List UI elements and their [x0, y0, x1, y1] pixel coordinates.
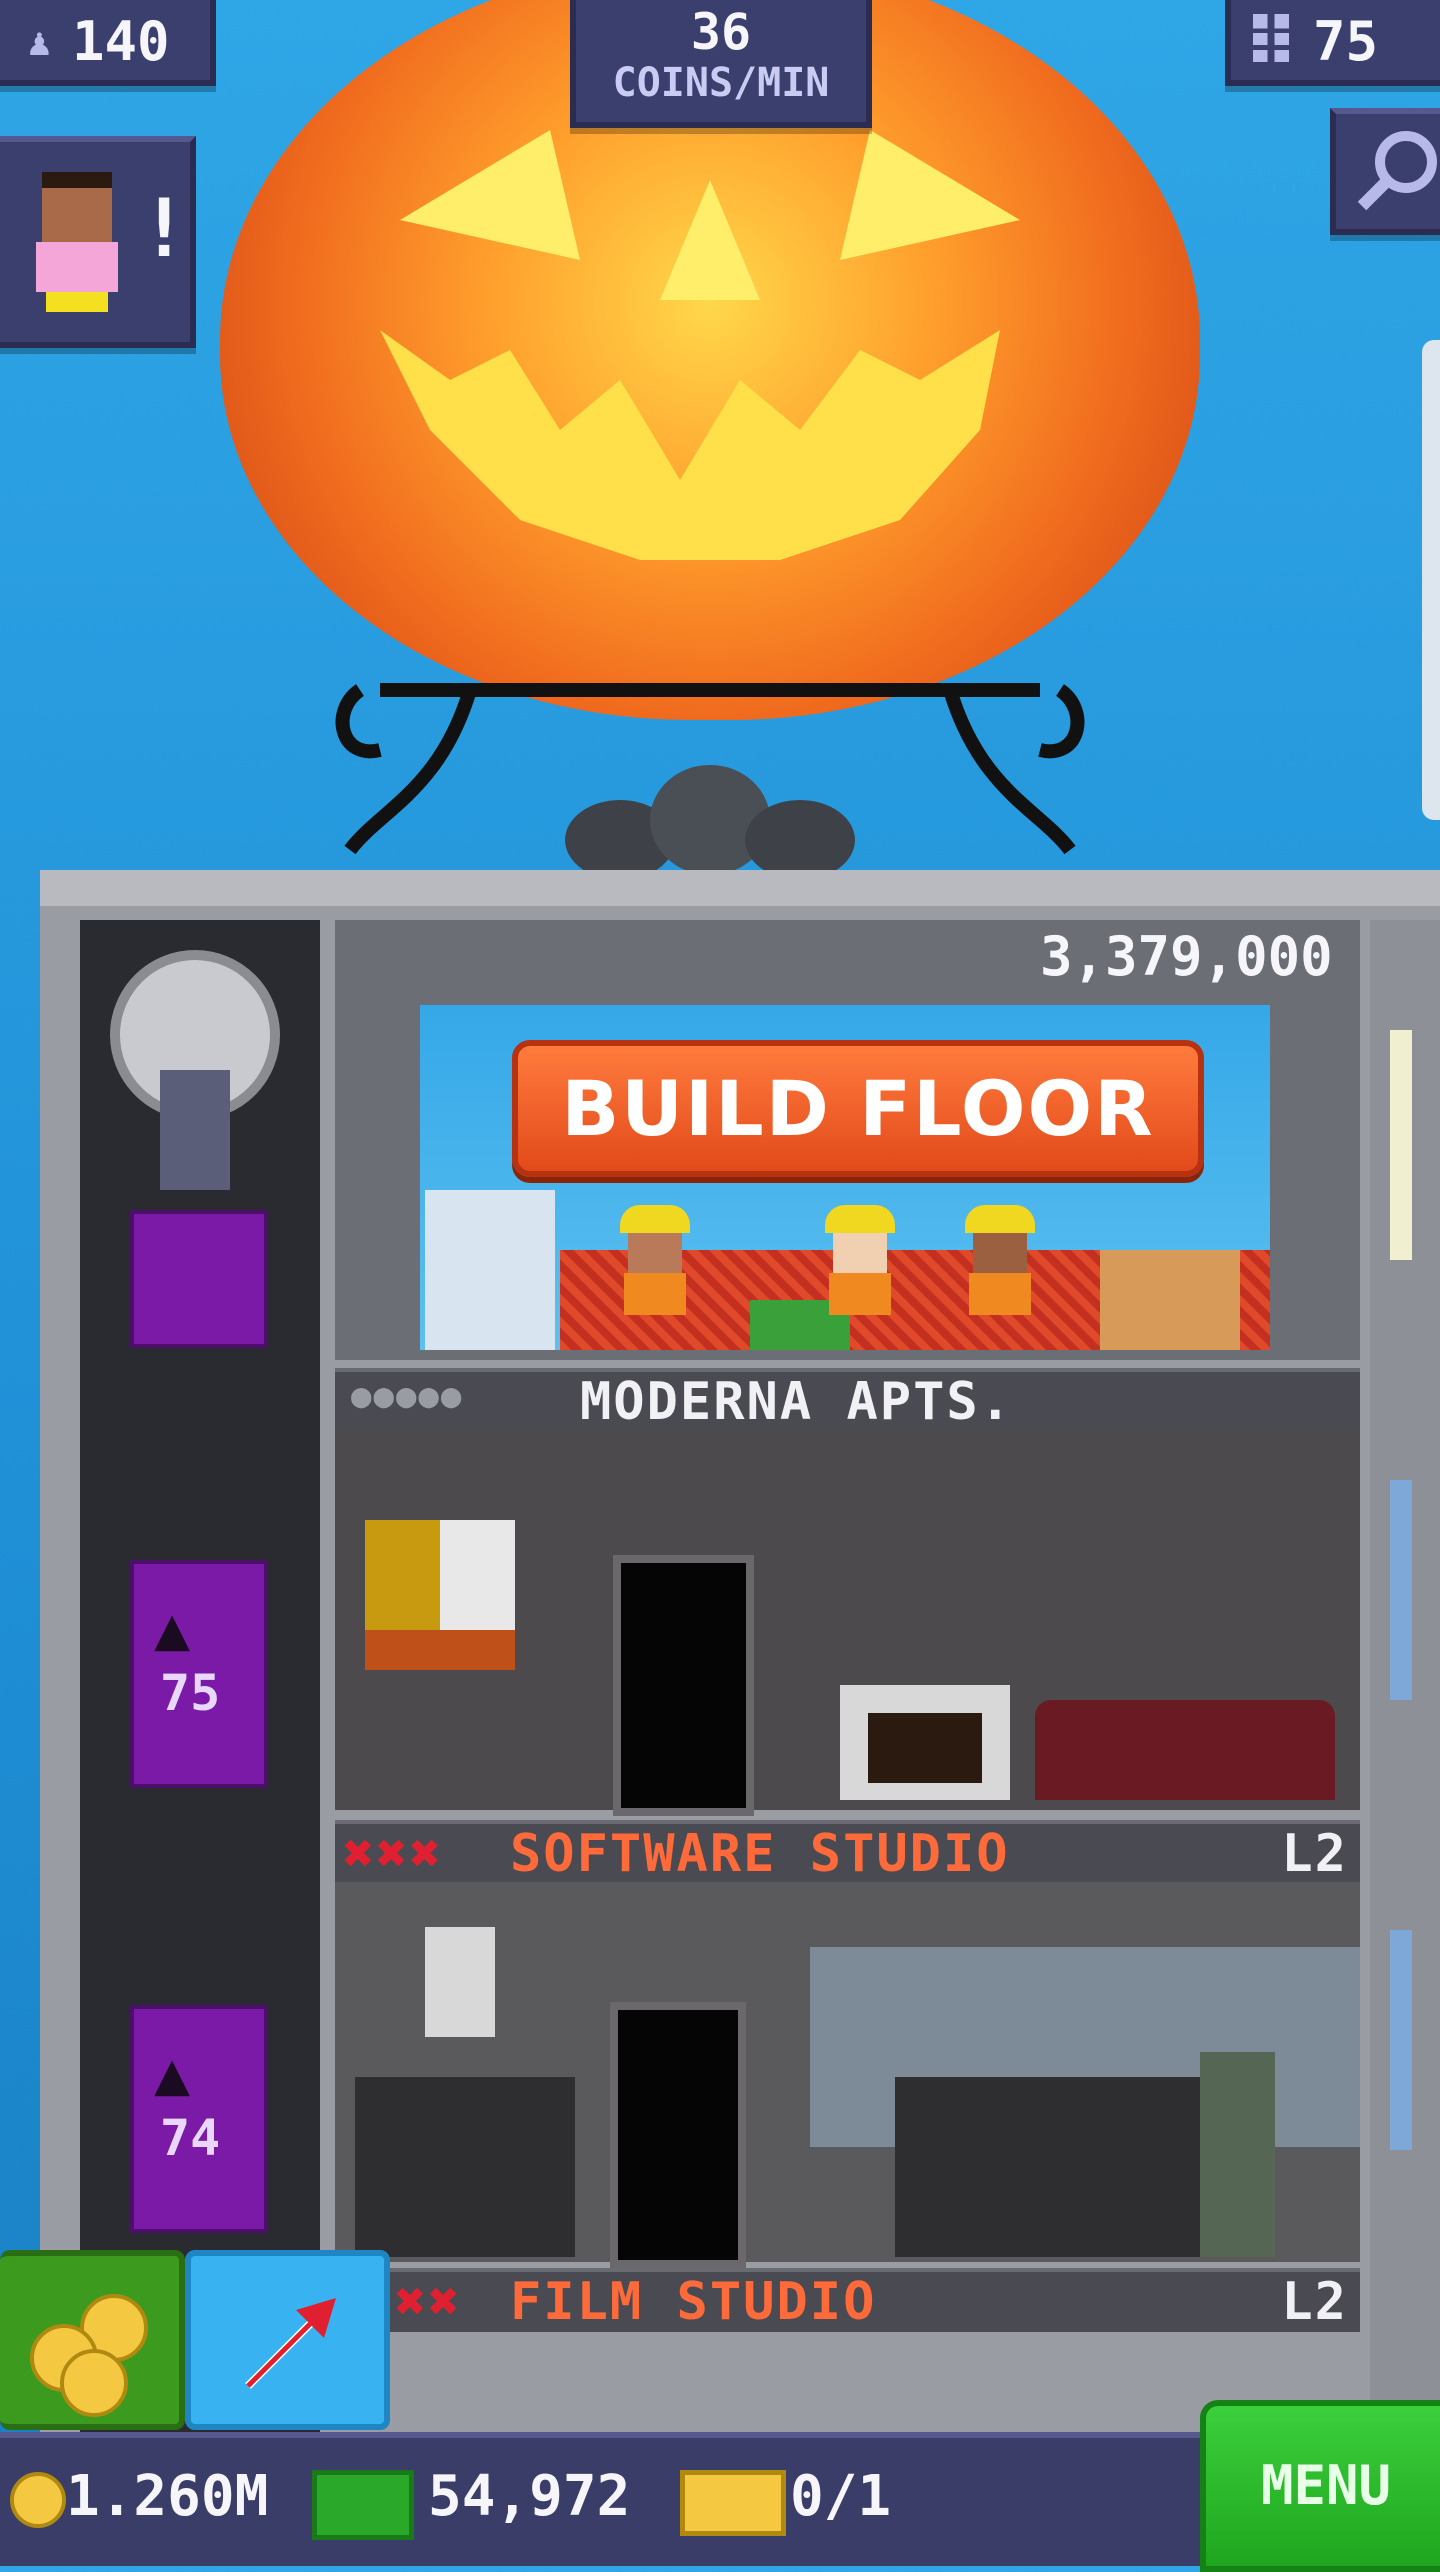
build-floor-button[interactable]: BUILD FLOOR [512, 1040, 1204, 1177]
material-block [425, 1190, 555, 1350]
build-floor-label-bar: ●●●●● MODERNA APTS. [335, 1368, 1360, 1432]
side-scroll-handle[interactable] [1422, 340, 1440, 820]
coin-icon [10, 2472, 66, 2528]
wall-art [365, 1520, 515, 1670]
vacancy-marks: ●●●●● [351, 1376, 464, 1416]
window-strip [1390, 1030, 1412, 1260]
move-arrow-icon [245, 2298, 336, 2389]
construction-worker [825, 1205, 895, 1315]
construction-worker [620, 1205, 690, 1315]
coins-per-min-panel: 36 COINS/MIN [570, 0, 872, 128]
coin-stack-icon [30, 2294, 150, 2417]
ticket-icon [680, 2470, 786, 2536]
bat-icon: ▲ [154, 1594, 191, 1664]
menu-button[interactable]: MENU [1200, 2400, 1440, 2572]
floor-count-value: 75 [1313, 10, 1379, 73]
notification-icon: ! [140, 182, 189, 275]
window-strip [1390, 1480, 1412, 1700]
workstation [355, 2077, 575, 2257]
coins-value: 1.260M [66, 2464, 269, 2529]
status-marks: ✖✖ [395, 2272, 462, 2332]
floor-count[interactable]: 75 [1225, 0, 1440, 86]
collect-coins-button[interactable] [0, 2250, 185, 2430]
floor-label-bar-software-studio: ✖✖✖ SOFTWARE STUDIO L2 [335, 1820, 1360, 1884]
floor-level: L2 [1281, 1824, 1348, 1884]
build-floor-cost: 3,379,000 [1040, 925, 1333, 988]
status-marks: ✖✖✖ [343, 1824, 443, 1884]
pumpkin-stand [335, 683, 1085, 870]
elevator-car-top[interactable] [130, 1210, 268, 1348]
floor-room-film-studio[interactable] [335, 1882, 1360, 2268]
floor-number: 74 [160, 2109, 221, 2167]
crate [1100, 1250, 1240, 1350]
visitor-notification-button[interactable]: ! [0, 136, 196, 348]
bux-icon [312, 2470, 414, 2540]
workstation [895, 2077, 1215, 2257]
population-counter[interactable]: ♟ 140 [0, 0, 216, 86]
elevator-floor-75[interactable]: ▲ 75 [130, 1560, 268, 1788]
doorway [610, 2002, 746, 2268]
coins-per-min-value: 36 [690, 3, 752, 61]
floor-name[interactable]: FILM STUDIO [510, 2272, 876, 2332]
building-icon [1253, 14, 1289, 62]
floor-level: L2 [1281, 2272, 1348, 2332]
floor-number: 75 [160, 1664, 221, 1722]
population-icon: ♟ [28, 20, 51, 64]
sofa [1035, 1700, 1335, 1800]
filing-cabinet [1200, 2052, 1275, 2257]
visitor-avatar [32, 172, 122, 312]
floor-room-software-studio[interactable] [335, 1430, 1360, 1816]
bat-icon: ▲ [154, 2039, 191, 2109]
zoom-out-icon [1357, 131, 1437, 211]
zoom-out-button[interactable] [1330, 108, 1440, 235]
move-elevator-button[interactable] [185, 2250, 390, 2430]
bux-value: 54,972 [428, 2464, 631, 2529]
build-floor-name: MODERNA APTS. [580, 1372, 1013, 1432]
floor-name[interactable]: SOFTWARE STUDIO [510, 1824, 1010, 1884]
tickets-value: 0/1 [790, 2464, 892, 2529]
doorway [613, 1555, 754, 1816]
elevator-floor-74[interactable]: ▲ 74 [130, 2005, 268, 2233]
fireplace [840, 1685, 1010, 1800]
construction-worker [965, 1205, 1035, 1315]
window-strip [1390, 1930, 1412, 2150]
wall-calendar [425, 1927, 495, 2037]
floor-label-bar-film-studio: ✖✖ FILM STUDIO L2 [335, 2268, 1360, 2332]
coins-per-min-label: COINS/MIN [612, 60, 830, 106]
elevator-machine [100, 950, 290, 1210]
population-value: 140 [72, 10, 170, 73]
